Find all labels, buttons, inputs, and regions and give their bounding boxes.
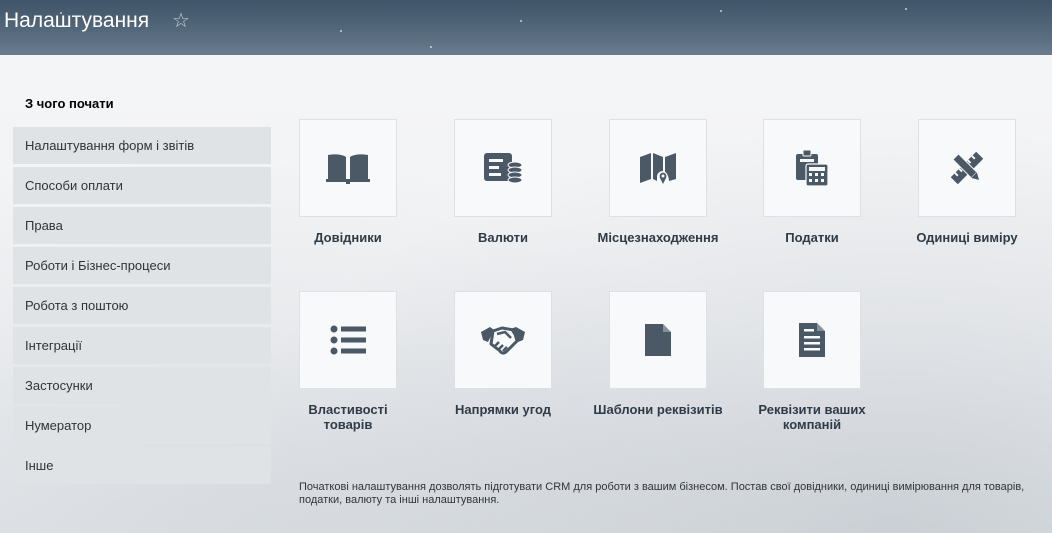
tile-company-requisites-label: Реквізити ваших компаній	[758, 402, 866, 432]
tile-product-properties[interactable]: Властивості товарів	[293, 291, 403, 432]
ruler-pencil-icon	[950, 151, 984, 185]
tile-requisite-templates-box[interactable]	[609, 291, 707, 389]
tile-deal-directions-label: Напрямки угод	[454, 402, 552, 417]
tile-directories[interactable]: Довідники	[293, 119, 403, 245]
tile-locations-box[interactable]	[609, 119, 707, 217]
handshake-icon	[481, 326, 525, 355]
tile-currencies[interactable]: Валюти	[448, 119, 558, 245]
footer-description: Початкові налаштування дозволять підготу…	[299, 481, 1025, 506]
tile-locations[interactable]: Місцезнаходження	[578, 119, 738, 245]
favorite-star-icon[interactable]: ☆	[172, 8, 190, 34]
tile-company-requisites-box[interactable]	[763, 291, 861, 389]
sidebar-item-apps[interactable]: Застосунки	[13, 367, 271, 404]
tile-deal-directions-box[interactable]	[454, 291, 552, 389]
tile-product-properties-box[interactable]	[299, 291, 397, 389]
page-header: Налаштування ☆	[0, 0, 1052, 55]
tile-units-label: Одиниці виміру	[916, 230, 1018, 245]
sidebar-title: З чого почати	[25, 96, 114, 111]
document-text-icon	[799, 323, 825, 357]
list-icon	[330, 325, 366, 355]
document-blank-icon	[645, 324, 671, 356]
tile-taxes-label: Податки	[785, 230, 839, 245]
sidebar-item-permissions[interactable]: Права	[13, 207, 271, 244]
main-content: З чого почати Налаштування форм і звітів…	[0, 55, 1052, 533]
tile-requisite-templates-label: Шаблони реквізитів	[593, 402, 723, 417]
sidebar-item-integrations[interactable]: Інтеграції	[13, 327, 271, 364]
tile-directories-box[interactable]	[299, 119, 397, 217]
book-icon	[326, 154, 370, 184]
tile-taxes-box[interactable]	[763, 119, 861, 217]
tile-units-box[interactable]	[918, 119, 1016, 217]
tile-requisite-templates[interactable]: Шаблони реквізитів	[578, 291, 738, 417]
tile-company-requisites[interactable]: Реквізити ваших компаній	[732, 291, 892, 432]
tile-currencies-box[interactable]	[454, 119, 552, 217]
calculator-icon	[796, 149, 829, 187]
page-title: Налаштування	[4, 9, 150, 32]
sidebar-item-payment-methods[interactable]: Способи оплати	[13, 167, 271, 204]
sidebar-item-other[interactable]: Інше	[13, 447, 271, 484]
tile-units[interactable]: Одиниці виміру	[912, 119, 1022, 245]
tile-taxes[interactable]: Податки	[757, 119, 867, 245]
sidebar-item-numerator[interactable]: Нумератор	[13, 407, 271, 444]
tile-deal-directions[interactable]: Напрямки угод	[448, 291, 558, 417]
sidebar-menu: Налаштування форм і звітів Способи оплат…	[13, 127, 271, 487]
map-icon	[640, 153, 676, 184]
sidebar-item-mail[interactable]: Робота з поштою	[13, 287, 271, 324]
tile-product-properties-label: Властивості товарів	[308, 402, 388, 432]
tile-locations-label: Місцезнаходження	[597, 230, 719, 245]
currency-icon	[484, 153, 523, 184]
sidebar-item-forms-reports[interactable]: Налаштування форм і звітів	[13, 127, 271, 164]
tile-directories-label: Довідники	[314, 230, 382, 245]
tile-currencies-label: Валюти	[477, 230, 528, 245]
sidebar-item-robots-bp[interactable]: Роботи і Бізнес-процеси	[13, 247, 271, 284]
